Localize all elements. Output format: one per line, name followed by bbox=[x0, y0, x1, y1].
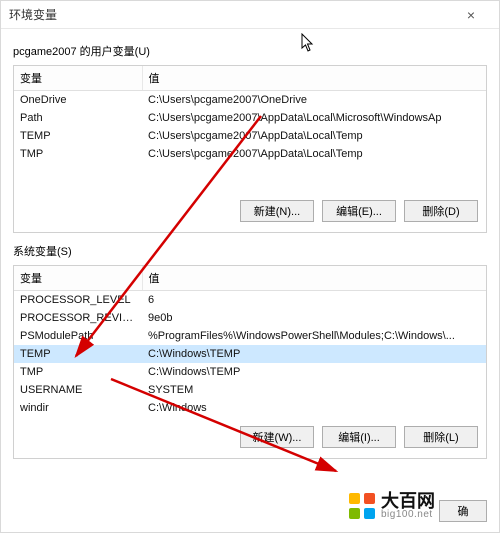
cell-value: C:\Users\pcgame2007\AppData\Local\Temp bbox=[142, 145, 486, 163]
table-row[interactable]: TMPC:\Windows\TEMP bbox=[14, 363, 486, 381]
cell-value: SYSTEM bbox=[142, 381, 486, 399]
sys-vars-label: 系统变量(S) bbox=[13, 243, 487, 259]
cell-value: C:\Windows\TEMP bbox=[142, 363, 486, 381]
table-row[interactable]: USERNAMESYSTEM bbox=[14, 381, 486, 399]
cell-value: %ProgramFiles%\WindowsPowerShell\Modules… bbox=[142, 327, 486, 345]
table-row[interactable]: PSModulePath%ProgramFiles%\WindowsPowerS… bbox=[14, 327, 486, 345]
titlebar: 环境变量 × bbox=[1, 1, 499, 29]
sys-vars-buttons: 新建(W)... 编辑(I)... 删除(L) bbox=[14, 416, 486, 458]
col-header-value[interactable]: 值 bbox=[142, 66, 486, 91]
cell-value: 9e0b bbox=[142, 309, 486, 327]
watermark: 大百网 big100.net bbox=[349, 486, 489, 526]
cell-name: windir bbox=[14, 399, 142, 416]
user-vars-label: pcgame2007 的用户变量(U) bbox=[13, 43, 487, 59]
env-vars-dialog: 环境变量 × pcgame2007 的用户变量(U) 变量 值 OneDrive bbox=[0, 0, 500, 533]
cell-value: C:\Users\pcgame2007\AppData\Local\Micros… bbox=[142, 109, 486, 127]
watermark-url: big100.net bbox=[381, 510, 435, 520]
user-edit-button[interactable]: 编辑(E)... bbox=[322, 200, 396, 222]
sys-vars-group: 变量 值 PROCESSOR_LEVEL6PROCESSOR_REVISION9… bbox=[13, 265, 487, 459]
cell-name: TEMP bbox=[14, 127, 142, 145]
cell-value: 6 bbox=[142, 291, 486, 310]
col-header-name[interactable]: 变量 bbox=[14, 66, 142, 91]
table-row[interactable]: PROCESSOR_LEVEL6 bbox=[14, 291, 486, 310]
user-vars-group: 变量 值 OneDrive C:\Users\pcgame2007\OneDri… bbox=[13, 65, 487, 233]
cell-value: C:\Windows bbox=[142, 399, 486, 416]
content-area: pcgame2007 的用户变量(U) 变量 值 OneDrive C:\Use… bbox=[1, 29, 499, 459]
col-header-name[interactable]: 变量 bbox=[14, 266, 142, 291]
user-vars-list[interactable]: 变量 值 OneDrive C:\Users\pcgame2007\OneDri… bbox=[14, 66, 486, 190]
close-icon[interactable]: × bbox=[451, 7, 491, 23]
cell-value: C:\Users\pcgame2007\AppData\Local\Temp bbox=[142, 127, 486, 145]
table-row[interactable]: windirC:\Windows bbox=[14, 399, 486, 416]
table-row[interactable]: TMP C:\Users\pcgame2007\AppData\Local\Te… bbox=[14, 145, 486, 163]
table-row[interactable]: TEMPC:\Windows\TEMP bbox=[14, 345, 486, 363]
cell-name: PROCESSOR_REVISION bbox=[14, 309, 142, 327]
cell-name: TEMP bbox=[14, 345, 142, 363]
sys-new-button[interactable]: 新建(W)... bbox=[240, 426, 314, 448]
sys-vars-list[interactable]: 变量 值 PROCESSOR_LEVEL6PROCESSOR_REVISION9… bbox=[14, 266, 486, 416]
table-row[interactable]: TEMP C:\Users\pcgame2007\AppData\Local\T… bbox=[14, 127, 486, 145]
watermark-brand: 大百网 bbox=[381, 492, 435, 510]
user-vars-buttons: 新建(N)... 编辑(E)... 删除(D) bbox=[14, 190, 486, 232]
window-title: 环境变量 bbox=[9, 6, 451, 23]
watermark-logo-icon bbox=[349, 493, 375, 519]
table-row[interactable]: PROCESSOR_REVISION9e0b bbox=[14, 309, 486, 327]
cell-value: C:\Users\pcgame2007\OneDrive bbox=[142, 91, 486, 110]
sys-edit-button[interactable]: 编辑(I)... bbox=[322, 426, 396, 448]
cell-name: OneDrive bbox=[14, 91, 142, 110]
cell-value: C:\Windows\TEMP bbox=[142, 345, 486, 363]
col-header-value[interactable]: 值 bbox=[142, 266, 486, 291]
cell-name: TMP bbox=[14, 145, 142, 163]
cell-name: TMP bbox=[14, 363, 142, 381]
cell-name: Path bbox=[14, 109, 142, 127]
user-new-button[interactable]: 新建(N)... bbox=[240, 200, 314, 222]
user-delete-button[interactable]: 删除(D) bbox=[404, 200, 478, 222]
cell-name: PROCESSOR_LEVEL bbox=[14, 291, 142, 310]
cell-name: USERNAME bbox=[14, 381, 142, 399]
cell-name: PSModulePath bbox=[14, 327, 142, 345]
table-row[interactable]: OneDrive C:\Users\pcgame2007\OneDrive bbox=[14, 91, 486, 110]
sys-delete-button[interactable]: 删除(L) bbox=[404, 426, 478, 448]
table-row[interactable]: Path C:\Users\pcgame2007\AppData\Local\M… bbox=[14, 109, 486, 127]
